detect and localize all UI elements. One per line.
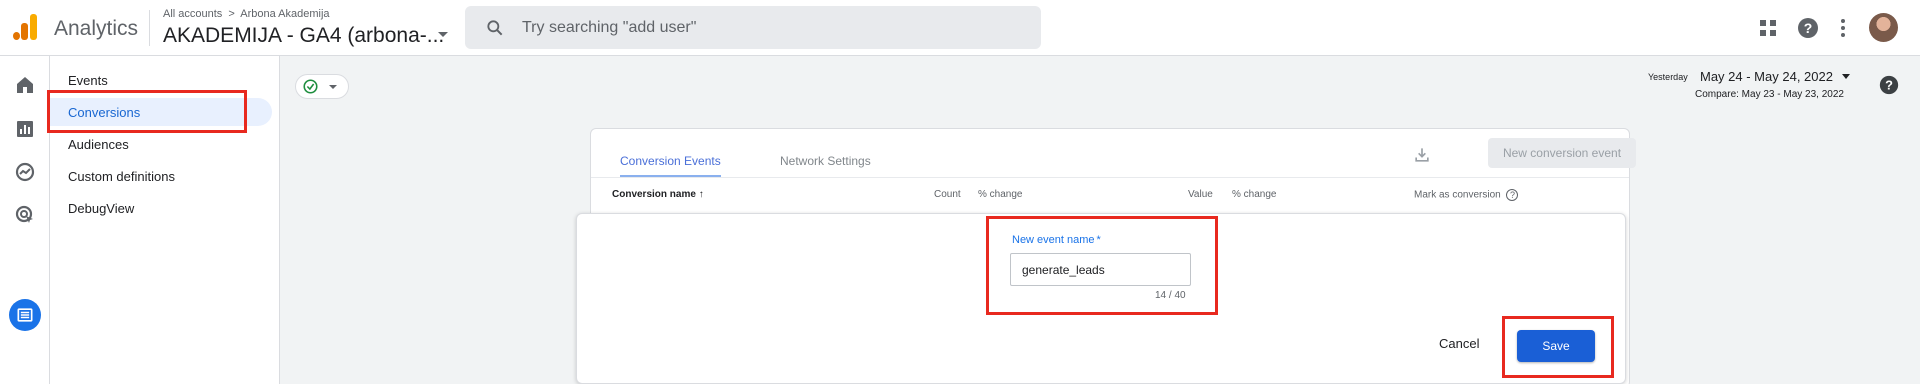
col-conversion-name-label: Conversion name (612, 189, 696, 200)
page-help-icon[interactable]: ? (1878, 74, 1900, 96)
date-dropdown-icon[interactable] (1842, 74, 1850, 79)
avatar[interactable] (1869, 13, 1898, 42)
check-circle-icon (303, 79, 318, 94)
top-header: Analytics All accounts > Arbona Akademij… (0, 0, 1920, 56)
cancel-button[interactable]: Cancel (1439, 336, 1479, 351)
explore-icon[interactable] (13, 160, 37, 184)
breadcrumb-root[interactable]: All accounts (163, 8, 222, 20)
chevron-down-icon (329, 85, 337, 89)
reports-icon[interactable] (13, 117, 37, 141)
highlight-box-event-name (986, 216, 1218, 315)
nav-item-custom-definitions[interactable]: Custom definitions (68, 169, 175, 184)
col-conversion-name[interactable]: Conversion name ↑ (612, 189, 704, 200)
date-compare: Compare: May 23 - May 23, 2022 (1695, 89, 1844, 100)
highlight-box-save (1502, 316, 1614, 378)
configure-icon (17, 308, 33, 322)
sort-arrow-icon: ↑ (698, 189, 704, 200)
logo-bar-mid (21, 23, 28, 40)
svg-text:?: ? (1885, 78, 1893, 93)
col-value[interactable]: Value (1188, 189, 1213, 200)
breadcrumb-account[interactable]: Arbona Akademija (240, 8, 329, 20)
col-mark-as-conversion: Mark as conversion ? (1414, 189, 1519, 201)
account-breadcrumb[interactable]: All accounts > Arbona Akademija (163, 8, 330, 20)
search-input[interactable]: Try searching "add user" (522, 19, 696, 37)
status-dropdown[interactable] (295, 74, 349, 99)
date-range-selector[interactable]: May 24 - May 24, 2022 (1700, 69, 1833, 84)
nav-item-events[interactable]: Events (68, 73, 108, 88)
col-count[interactable]: Count (934, 189, 961, 200)
table-divider (591, 177, 1629, 178)
breadcrumb-separator: > (228, 8, 235, 20)
logo-bar-tall (30, 14, 37, 40)
header-divider (149, 10, 150, 46)
tab-network-settings[interactable]: Network Settings (780, 154, 871, 168)
tab-conversion-events[interactable]: Conversion Events (620, 154, 721, 168)
col-mark-label: Mark as conversion (1414, 189, 1501, 201)
logo-dot (13, 32, 20, 40)
property-dropdown-icon[interactable] (438, 32, 448, 37)
property-selector[interactable]: AKADEMIJA - GA4 (arbona-... (163, 24, 444, 48)
help-icon[interactable]: ? (1796, 16, 1820, 40)
app-name: Analytics (54, 17, 139, 40)
search-bar[interactable]: Try searching "add user" (465, 6, 1041, 49)
home-icon[interactable] (13, 73, 37, 97)
download-icon[interactable] (1412, 145, 1432, 165)
date-preset-label: Yesterday (1648, 72, 1688, 82)
apps-icon[interactable] (1756, 16, 1780, 40)
col-count-change[interactable]: % change (978, 189, 1022, 200)
new-conversion-event-button[interactable]: New conversion event (1488, 138, 1636, 168)
svg-text:?: ? (1804, 20, 1813, 36)
help-circle-icon[interactable]: ? (1506, 189, 1519, 201)
left-rail (0, 56, 50, 384)
more-vert-icon[interactable] (1831, 16, 1855, 40)
highlight-box-conversions (47, 90, 247, 133)
analytics-logo[interactable] (12, 14, 38, 40)
configure-active-indicator[interactable] (9, 299, 41, 331)
search-icon (487, 20, 503, 36)
nav-item-debugview[interactable]: DebugView (68, 201, 134, 216)
nav-item-audiences[interactable]: Audiences (68, 137, 129, 152)
advertising-icon[interactable] (13, 203, 37, 227)
col-value-change[interactable]: % change (1232, 189, 1276, 200)
